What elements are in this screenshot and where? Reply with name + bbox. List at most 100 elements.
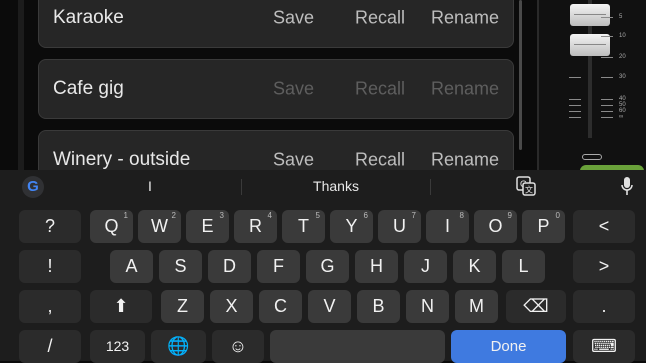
scale-tick [601,57,613,58]
shift-icon[interactable]: ⬆ [90,290,152,323]
scale-tick [601,99,613,100]
key-x[interactable]: X [210,290,253,323]
scrollbar[interactable] [519,0,522,150]
key-question-mark[interactable]: ? [19,210,81,243]
save-button[interactable]: Save [273,8,314,29]
scale-tick [601,105,613,106]
google-icon[interactable]: G [22,176,44,198]
key-q[interactable]: Q1 [90,210,133,243]
left-bezel [18,0,24,170]
recall-button[interactable]: Recall [355,8,405,29]
key-h[interactable]: H [355,250,398,283]
key-label: V [323,296,336,316]
emoji-icon[interactable]: ☺ [212,330,264,363]
scale-tick [601,36,613,37]
key-cursor-left[interactable]: < [573,210,635,243]
microphone-icon[interactable] [620,176,634,196]
key-label: Done [490,338,527,355]
fader-handle-secondary[interactable] [570,34,610,56]
suggestion-1[interactable]: I [130,178,170,194]
key-z[interactable]: Z [161,290,204,323]
key-r[interactable]: R4 [234,210,277,243]
key-d[interactable]: D [208,250,251,283]
svg-text:文: 文 [525,185,533,195]
translate-icon[interactable]: G 文 [516,176,536,196]
done-button[interactable]: Done [451,330,566,363]
key-e[interactable]: E3 [186,210,229,243]
suggestion-bar: G I Thanks G 文 [0,170,646,204]
key-label: O [488,216,503,236]
key-hint: 9 [507,211,512,220]
save-button[interactable]: Save [273,150,314,171]
key-cursor-right[interactable]: > [573,250,635,283]
key-label: J [421,256,430,276]
key-m[interactable]: M [455,290,498,323]
key-label: ! [47,256,53,276]
key-hint: 6 [363,211,368,220]
key-label: N [421,296,434,316]
key-b[interactable]: B [357,290,400,323]
key-n[interactable]: N [406,290,449,323]
scale-label: ∞ [619,114,624,120]
key-label: P [537,216,550,236]
key-label: , [47,296,53,316]
key-c[interactable]: C [259,290,302,323]
fader-handle[interactable] [570,4,610,26]
key-exclamation[interactable]: ! [19,250,81,283]
scale-tick [569,117,581,118]
key-v[interactable]: V [308,290,351,323]
preset-row-cafe-gig: Cafe gig Save Recall Rename [38,59,514,119]
scale-label: 10 [619,33,626,39]
recall-button[interactable]: Recall [355,79,405,100]
key-label: Z [177,296,188,316]
key-label: A [125,256,138,276]
key-y[interactable]: Y6 [330,210,373,243]
key-comma[interactable]: , [19,290,81,323]
space-bar[interactable] [270,330,445,363]
key-period[interactable]: . [573,290,635,323]
rename-button[interactable]: Rename [431,150,499,171]
preset-name: Karaoke [53,7,124,28]
key-slash[interactable]: / [19,330,81,363]
rename-button[interactable]: Rename [431,8,499,29]
key-label: Y [345,216,358,236]
key-hint: 8 [459,211,464,220]
app-content: Karaoke Save Recall Rename Cafe gig Save… [0,0,646,170]
key-hint: 5 [315,211,320,220]
key-label: ? [44,216,55,236]
key-p[interactable]: P0 [522,210,565,243]
suggestion-2[interactable]: Thanks [296,178,376,194]
key-a[interactable]: A [110,250,153,283]
key-label: T [298,216,309,236]
key-label: / [47,336,53,356]
scale-tick [601,111,613,112]
key-u[interactable]: U7 [378,210,421,243]
numbers-key[interactable]: 123 [90,330,145,363]
keyboard-hide-icon[interactable]: ⌨ [573,330,635,363]
key-w[interactable]: W2 [138,210,181,243]
key-k[interactable]: K [453,250,496,283]
key-label: ☺ [228,336,248,356]
suggestion-divider [430,179,431,195]
key-j[interactable]: J [404,250,447,283]
on-screen-keyboard: G I Thanks G 文 ? Q1 W2 E3 R4 T5 Y6 U7 I8… [0,170,646,363]
key-label: L [518,256,529,276]
key-label: H [370,256,383,276]
key-l[interactable]: L [502,250,545,283]
key-label: C [274,296,287,316]
key-s[interactable]: S [159,250,202,283]
rename-button[interactable]: Rename [431,79,499,100]
key-i[interactable]: I8 [426,210,469,243]
recall-button[interactable]: Recall [355,150,405,171]
preset-name: Cafe gig [53,78,124,99]
key-label: B [372,296,385,316]
key-t[interactable]: T5 [282,210,325,243]
key-label: W [151,216,168,236]
globe-icon[interactable]: 🌐 [151,330,206,363]
save-button[interactable]: Save [273,79,314,100]
key-f[interactable]: F [257,250,300,283]
key-g[interactable]: G [306,250,349,283]
backspace-icon[interactable]: ⌫ [506,290,566,323]
key-o[interactable]: O9 [474,210,517,243]
scale-tick [601,117,613,118]
